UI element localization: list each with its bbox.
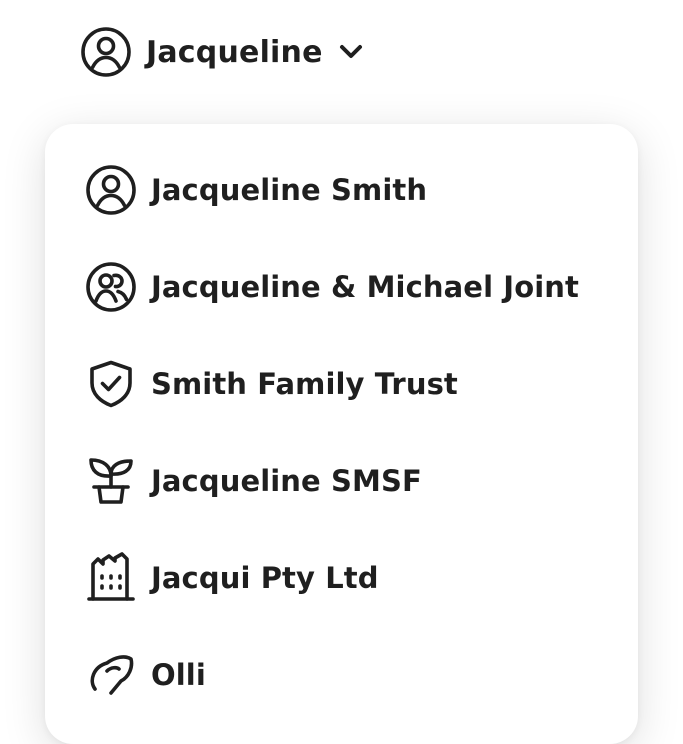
menu-item-smsf[interactable]: Jacqueline SMSF: [85, 453, 422, 509]
plant-pot-icon: [85, 455, 137, 507]
user-circle-icon: [80, 26, 132, 78]
shield-check-icon: [85, 358, 137, 410]
menu-item-joint-account[interactable]: Jacqueline & Michael Joint: [85, 259, 579, 315]
menu-item-pty-ltd[interactable]: Jacqui Pty Ltd: [85, 550, 379, 606]
menu-item-label: Jacqueline Smith: [151, 173, 428, 207]
menu-item-jacqueline-smith[interactable]: Jacqueline Smith: [85, 162, 427, 218]
building-icon: [85, 552, 137, 604]
chevron-down-icon: [337, 38, 365, 66]
menu-item-label: Jacqui Pty Ltd: [151, 561, 379, 595]
current-account-label: Jacqueline: [146, 34, 323, 70]
menu-item-label: Jacqueline & Michael Joint: [151, 270, 579, 304]
user-circle-icon: [85, 164, 137, 216]
account-dropdown-menu: Jacqueline Smith Jacqueline & Michael Jo…: [45, 124, 638, 744]
piggy-bank-icon: [85, 649, 137, 701]
menu-item-label: Jacqueline SMSF: [151, 464, 422, 498]
menu-item-label: Olli: [151, 658, 206, 692]
account-switcher-button[interactable]: Jacqueline: [80, 26, 365, 78]
users-circle-icon: [85, 261, 137, 313]
menu-item-family-trust[interactable]: Smith Family Trust: [85, 356, 458, 412]
menu-item-label: Smith Family Trust: [151, 367, 458, 401]
menu-item-olli[interactable]: Olli: [85, 647, 206, 703]
